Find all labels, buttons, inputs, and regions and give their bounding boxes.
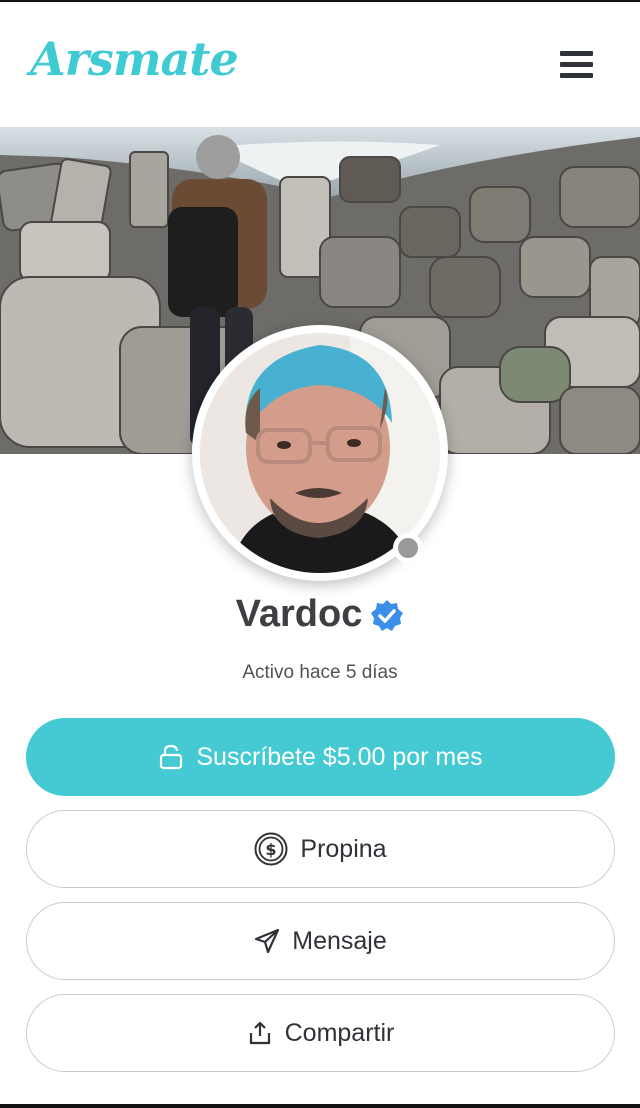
activity-status: Activo hace 5 días bbox=[242, 662, 398, 683]
tip-button[interactable]: $ Propina bbox=[26, 810, 615, 888]
subscribe-label: Suscríbete $5.00 por mes bbox=[196, 742, 483, 771]
bottom-divider bbox=[0, 1104, 640, 1108]
dollar-coin-icon: $ bbox=[254, 832, 288, 866]
arsmate-logo[interactable]: Arsmate bbox=[30, 32, 239, 86]
message-button[interactable]: Mensaje bbox=[26, 902, 615, 980]
profile-name-row: Vardoc bbox=[0, 590, 640, 638]
tip-label: Propina bbox=[300, 834, 387, 863]
message-label: Mensaje bbox=[292, 926, 387, 955]
svg-text:$: $ bbox=[266, 840, 277, 859]
hamburger-menu-icon[interactable] bbox=[560, 51, 593, 79]
status-indicator bbox=[393, 533, 423, 563]
subscribe-button[interactable]: Suscríbete $5.00 por mes bbox=[26, 718, 615, 796]
share-label: Compartir bbox=[284, 1018, 395, 1047]
verified-badge-icon bbox=[371, 600, 404, 631]
send-icon bbox=[254, 928, 280, 954]
app-header: Arsmate bbox=[0, 2, 640, 127]
share-button[interactable]: Compartir bbox=[26, 994, 615, 1072]
share-upload-icon bbox=[247, 1020, 273, 1046]
lock-open-icon bbox=[158, 744, 184, 770]
profile-name: Vardoc bbox=[235, 592, 363, 635]
